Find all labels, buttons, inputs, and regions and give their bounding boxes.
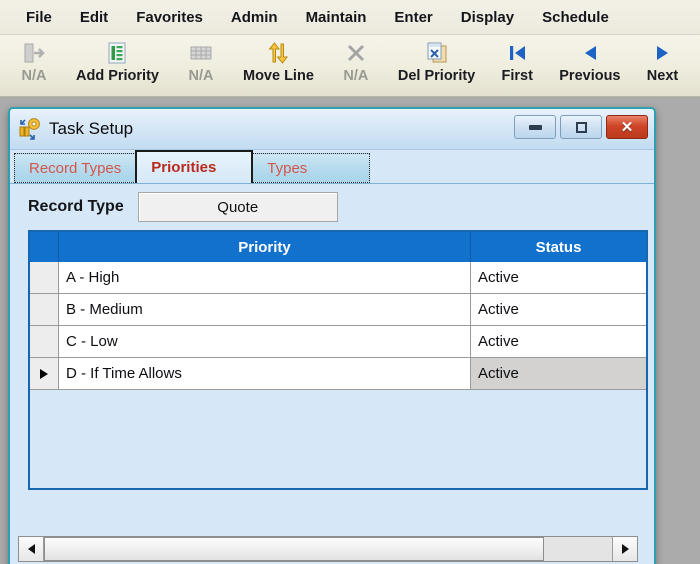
toolbar-label: First [501,68,533,84]
next-record-icon [648,39,678,67]
menu-item-display[interactable]: Display [447,5,528,30]
toolbar-button-previous[interactable]: Previous [551,35,628,84]
minimize-button[interactable] [514,115,556,139]
up-down-arrows-icon [263,39,293,67]
toolbar-label: N/A [188,68,214,84]
add-list-document-icon [102,39,132,67]
menu-item-favorites[interactable]: Favorites [122,5,217,30]
toolbar-button-add-priority[interactable]: Add Priority [68,35,167,84]
scrollbar-thumb[interactable] [44,537,544,561]
scrollbar-track[interactable] [44,537,612,561]
tab-label: Priorities [151,159,217,176]
previous-record-icon [575,39,605,67]
toolbar-button-na-grid: N/A [167,35,235,84]
record-type-row: Record Type Quote [20,184,644,230]
column-header-priority[interactable]: Priority [59,232,471,262]
tab-label: Record Types [29,159,122,177]
close-icon: ✕ [620,118,634,136]
table-row[interactable]: A - High Active [30,262,646,294]
toolbar-label: Add Priority [76,68,159,84]
toolbar-button-na-export: N/A [0,35,68,84]
column-header-status[interactable]: Status [471,232,646,262]
table-row[interactable]: B - Medium Active [30,294,646,326]
chevron-left-icon [27,544,35,554]
toolbar-label: N/A [21,68,47,84]
toolbar-button-del-priority[interactable]: Del Priority [390,35,483,84]
first-record-icon [502,39,532,67]
cell-priority[interactable]: C - Low [59,326,471,357]
scroll-left-button[interactable] [19,537,44,561]
tab-priorities[interactable]: Priorities [135,150,254,183]
cancel-x-icon [341,39,371,67]
maximize-icon [575,121,587,133]
delete-document-icon [422,39,452,67]
cell-status[interactable]: Active [471,294,646,325]
grid-rows-icon [186,39,216,67]
grid-header-row: Priority Status [30,232,646,262]
record-type-value: Quote [217,198,259,216]
dialog-title-bar[interactable]: Task Setup ✕ [10,109,654,150]
toolbar: N/A Add Priority N/A Move Line N/A Del P… [0,35,700,97]
chevron-right-icon [621,544,629,554]
tab-record-types[interactable]: Record Types [14,153,137,183]
export-arrow-icon [19,39,49,67]
record-type-label: Record Type [28,198,124,215]
maximize-button[interactable] [560,115,602,139]
toolbar-label: Next [646,68,679,84]
menu-item-edit[interactable]: Edit [66,5,122,30]
task-setup-dialog: Task Setup ✕ Record Types Priorities Typ… [8,107,656,564]
grid-header-gutter [30,232,59,262]
row-selector-gutter[interactable] [30,294,59,325]
toolbar-button-first[interactable]: First [483,35,551,84]
menu-item-file[interactable]: File [12,5,66,30]
menu-item-maintain[interactable]: Maintain [292,5,381,30]
toolbar-button-na-cancel: N/A [322,35,390,84]
close-button[interactable]: ✕ [606,115,648,139]
table-row[interactable]: C - Low Active [30,326,646,358]
cell-priority[interactable]: D - If Time Allows [59,358,471,389]
toolbar-button-move-line[interactable]: Move Line [235,35,322,84]
current-row-arrow-icon [40,368,48,379]
cell-status[interactable]: Active [471,326,646,357]
window-controls: ✕ [514,115,648,139]
toolbar-button-next[interactable]: Next [629,35,697,84]
menu-bar: File Edit Favorites Admin Maintain Enter… [0,0,700,35]
cell-status[interactable]: Active [471,262,646,293]
horizontal-scrollbar[interactable] [18,536,638,562]
tab-strip: Record Types Priorities Types [10,150,654,183]
toolbar-label: Del Priority [397,68,476,84]
tab-label: Types [267,159,308,177]
toolbar-label: N/A [343,68,369,84]
cell-priority[interactable]: B - Medium [59,294,471,325]
application-window: File Edit Favorites Admin Maintain Enter… [0,0,700,564]
task-setup-gear-icon [18,117,42,141]
toolbar-label: Previous [559,68,621,84]
row-selector-gutter[interactable] [30,358,59,389]
scroll-right-button[interactable] [612,537,637,561]
table-row-current[interactable]: D - If Time Allows Active [30,358,646,390]
tab-types[interactable]: Types [252,153,371,183]
dialog-body: Record Type Quote Priority Status A - Hi… [10,183,654,564]
priorities-grid[interactable]: Priority Status A - High Active B - Medi… [28,230,648,490]
record-type-field[interactable]: Quote [137,192,338,222]
cell-priority[interactable]: A - High [59,262,471,293]
dialog-title: Task Setup [49,119,134,138]
menu-item-admin[interactable]: Admin [217,5,292,30]
menu-item-enter[interactable]: Enter [380,5,446,30]
row-selector-gutter[interactable] [30,326,59,357]
minimize-icon [528,124,542,130]
toolbar-label: Move Line [242,68,314,84]
menu-item-schedule[interactable]: Schedule [528,5,623,30]
row-selector-gutter[interactable] [30,262,59,293]
cell-status-selected[interactable]: Active [471,358,646,389]
